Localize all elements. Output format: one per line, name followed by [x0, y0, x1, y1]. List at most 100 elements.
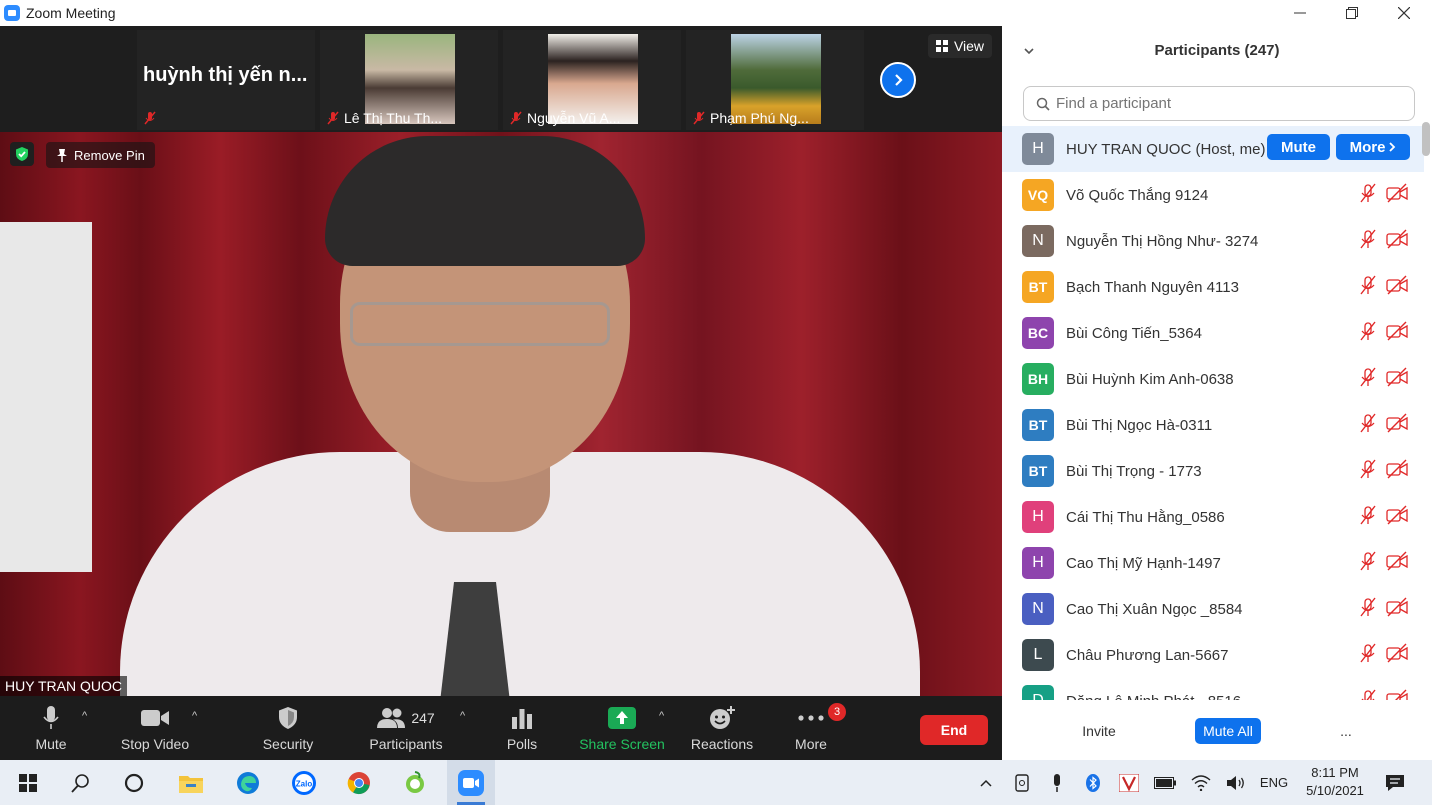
participant-row[interactable]: N Nguyễn Thị Hồng Như- 3274 [1002, 218, 1424, 264]
participant-row[interactable]: BT Bùi Thị Trọng - 1773 [1002, 448, 1424, 494]
share-options-caret[interactable]: ^ [659, 710, 664, 722]
video-off-icon [1386, 413, 1408, 438]
taskbar-search-button[interactable] [57, 760, 105, 805]
cortana-icon [124, 773, 144, 792]
tray-device-button[interactable] [1010, 760, 1034, 805]
avatar: BC [1022, 317, 1054, 349]
action-center-button[interactable] [1382, 760, 1408, 805]
participant-row[interactable]: H Cao Thị Mỹ Hạnh-1497 [1002, 540, 1424, 586]
avatar: H [1022, 133, 1054, 165]
mic-muted-icon [693, 111, 705, 125]
participant-row-host[interactable]: H HUY TRAN QUOC (Host, me) Mute More [1002, 126, 1424, 172]
chevron-right-icon [895, 74, 903, 86]
participant-row[interactable]: VQ Võ Quốc Thắng 9124 [1002, 172, 1424, 218]
participant-row[interactable]: BH Bùi Huỳnh Kim Anh-0638 [1002, 356, 1424, 402]
show-hidden-icons-button[interactable] [974, 760, 998, 805]
invite-button[interactable]: Invite [1072, 718, 1126, 744]
video-tile[interactable]: Lê Thị Thu Th... [320, 30, 498, 130]
reactions-button[interactable]: Reactions [690, 696, 754, 760]
video-tile[interactable]: Nguyễn Vũ A... [503, 30, 681, 130]
tile-name: Phạm Phú Ng... [710, 110, 809, 126]
zalo-button[interactable]: Zalo [280, 760, 328, 805]
participant-row[interactable]: L Châu Phương Lan-5667 [1002, 632, 1424, 678]
leaf-app-icon [406, 770, 424, 793]
remove-pin-button[interactable]: Remove Pin [46, 142, 155, 168]
host-more-button[interactable]: More [1336, 134, 1410, 160]
participants-panel: Participants (247) H HUY TRAN QUOC (Host… [1002, 26, 1432, 760]
avatar: H [1022, 501, 1054, 533]
participant-status-icons [1358, 459, 1408, 484]
more-button[interactable]: More [788, 696, 834, 760]
video-area: huỳnh thị yến n... Lê Thị Thu Th... Nguy… [0, 26, 1002, 696]
participant-name: Bạch Thanh Nguyên 4113 [1066, 278, 1239, 296]
edge-icon [237, 771, 259, 794]
end-meeting-button[interactable]: End [920, 715, 988, 745]
tray-bluetooth-button[interactable] [1081, 760, 1105, 805]
video-options-caret[interactable]: ^ [192, 710, 197, 722]
participant-row[interactable]: H Cái Thị Thu Hằng_0586 [1002, 494, 1424, 540]
polls-button[interactable]: Polls [502, 696, 542, 760]
chrome-icon [347, 771, 370, 794]
taskbar-clock[interactable]: 8:11 PM 5/10/2021 [1300, 764, 1370, 800]
mic-muted-icon [1358, 183, 1378, 208]
tray-battery-button[interactable] [1153, 760, 1177, 805]
participants-button[interactable]: 247 Participants [366, 696, 446, 760]
green-app-button[interactable] [391, 760, 439, 805]
panel-scrollbar[interactable] [1422, 122, 1430, 156]
tray-wifi-button[interactable] [1189, 760, 1213, 805]
participant-row[interactable]: BC Bùi Công Tiến_5364 [1002, 310, 1424, 356]
language-indicator[interactable]: ENG [1256, 760, 1292, 805]
windows-start-button[interactable] [4, 760, 52, 805]
tray-app-button[interactable] [1117, 760, 1141, 805]
chevron-right-icon [1389, 142, 1396, 152]
clock-time: 8:11 PM [1311, 765, 1359, 780]
stop-video-button[interactable]: Stop Video [118, 696, 192, 760]
stop-video-label: Stop Video [120, 736, 190, 752]
restore-button[interactable] [1326, 0, 1378, 26]
tray-mic-button[interactable] [1045, 760, 1069, 805]
participant-row[interactable]: BT Bạch Thanh Nguyên 4113 [1002, 264, 1424, 310]
edge-browser-button[interactable] [224, 760, 272, 805]
participant-name: Bùi Thị Ngọc Hà-0311 [1066, 416, 1213, 434]
participant-name: Nguyễn Thị Hồng Như- 3274 [1066, 232, 1259, 250]
view-button[interactable]: View [928, 34, 992, 58]
participant-search[interactable] [1023, 86, 1415, 121]
panel-footer: Invite Mute All ... [1002, 716, 1432, 760]
audio-options-caret[interactable]: ^ [82, 710, 87, 722]
avatar: VQ [1022, 179, 1054, 211]
security-button[interactable]: Security [260, 696, 316, 760]
remove-pin-label: Remove Pin [74, 147, 145, 163]
participant-status-icons [1358, 367, 1408, 392]
video-tile[interactable]: Phạm Phú Ng... [686, 30, 864, 130]
panel-more-button[interactable]: ... [1334, 718, 1358, 744]
window-title: Zoom Meeting [26, 5, 116, 21]
bar-chart-icon [512, 709, 532, 729]
share-screen-button[interactable]: Share Screen [579, 696, 665, 760]
meeting-toolbar: Mute ^ Stop Video ^ Security 247 Partici… [0, 696, 1002, 760]
participant-row[interactable]: D Đặng Lê Minh Phát - 8516 [1002, 678, 1424, 700]
participant-row[interactable]: N Cao Thị Xuân Ngọc _8584 [1002, 586, 1424, 632]
next-page-button[interactable] [880, 62, 916, 98]
participant-row[interactable]: BT Bùi Thị Ngọc Hà-0311 [1002, 402, 1424, 448]
participants-options-caret[interactable]: ^ [460, 710, 465, 722]
host-mute-button[interactable]: Mute [1267, 134, 1330, 160]
cortana-button[interactable] [110, 760, 158, 805]
video-off-icon [1386, 689, 1408, 700]
file-explorer-button[interactable] [167, 760, 215, 805]
mute-label: Mute [35, 736, 67, 752]
zoom-taskbar-button[interactable] [447, 760, 495, 805]
minimize-button[interactable] [1274, 0, 1326, 26]
search-input[interactable] [1056, 95, 1386, 112]
zalo-icon: Zalo [292, 770, 316, 795]
mute-all-button[interactable]: Mute All [1195, 718, 1261, 744]
participant-status-icons [1358, 505, 1408, 530]
video-off-icon [1386, 643, 1408, 668]
mute-button[interactable]: Mute [28, 696, 74, 760]
encryption-shield-icon[interactable] [10, 142, 34, 166]
notification-icon [1386, 774, 1404, 791]
video-camera-icon [141, 710, 169, 726]
tray-volume-button[interactable] [1224, 760, 1248, 805]
close-button[interactable] [1378, 0, 1430, 26]
chrome-button[interactable] [335, 760, 383, 805]
video-tile[interactable]: huỳnh thị yến n... [137, 30, 315, 130]
